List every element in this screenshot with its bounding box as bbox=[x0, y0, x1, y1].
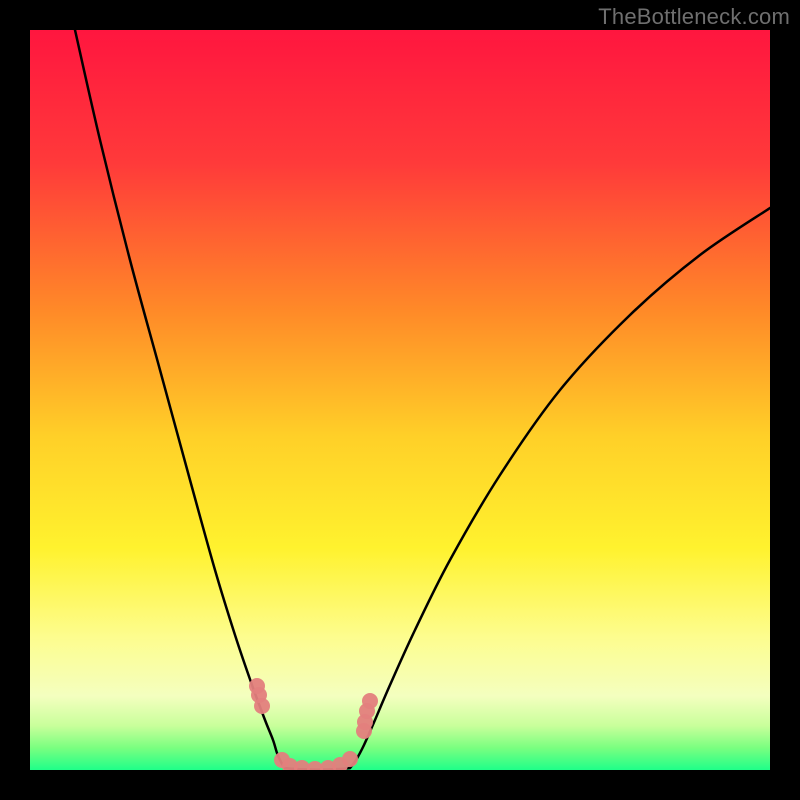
plot-area bbox=[30, 30, 770, 770]
frame: TheBottleneck.com bbox=[0, 0, 800, 800]
data-marker bbox=[342, 751, 358, 767]
data-marker bbox=[362, 693, 378, 709]
watermark-text: TheBottleneck.com bbox=[598, 4, 790, 30]
curves-svg bbox=[30, 30, 770, 770]
curve-right-branch bbox=[350, 208, 770, 768]
curve-left-branch bbox=[75, 30, 285, 768]
data-marker bbox=[254, 698, 270, 714]
